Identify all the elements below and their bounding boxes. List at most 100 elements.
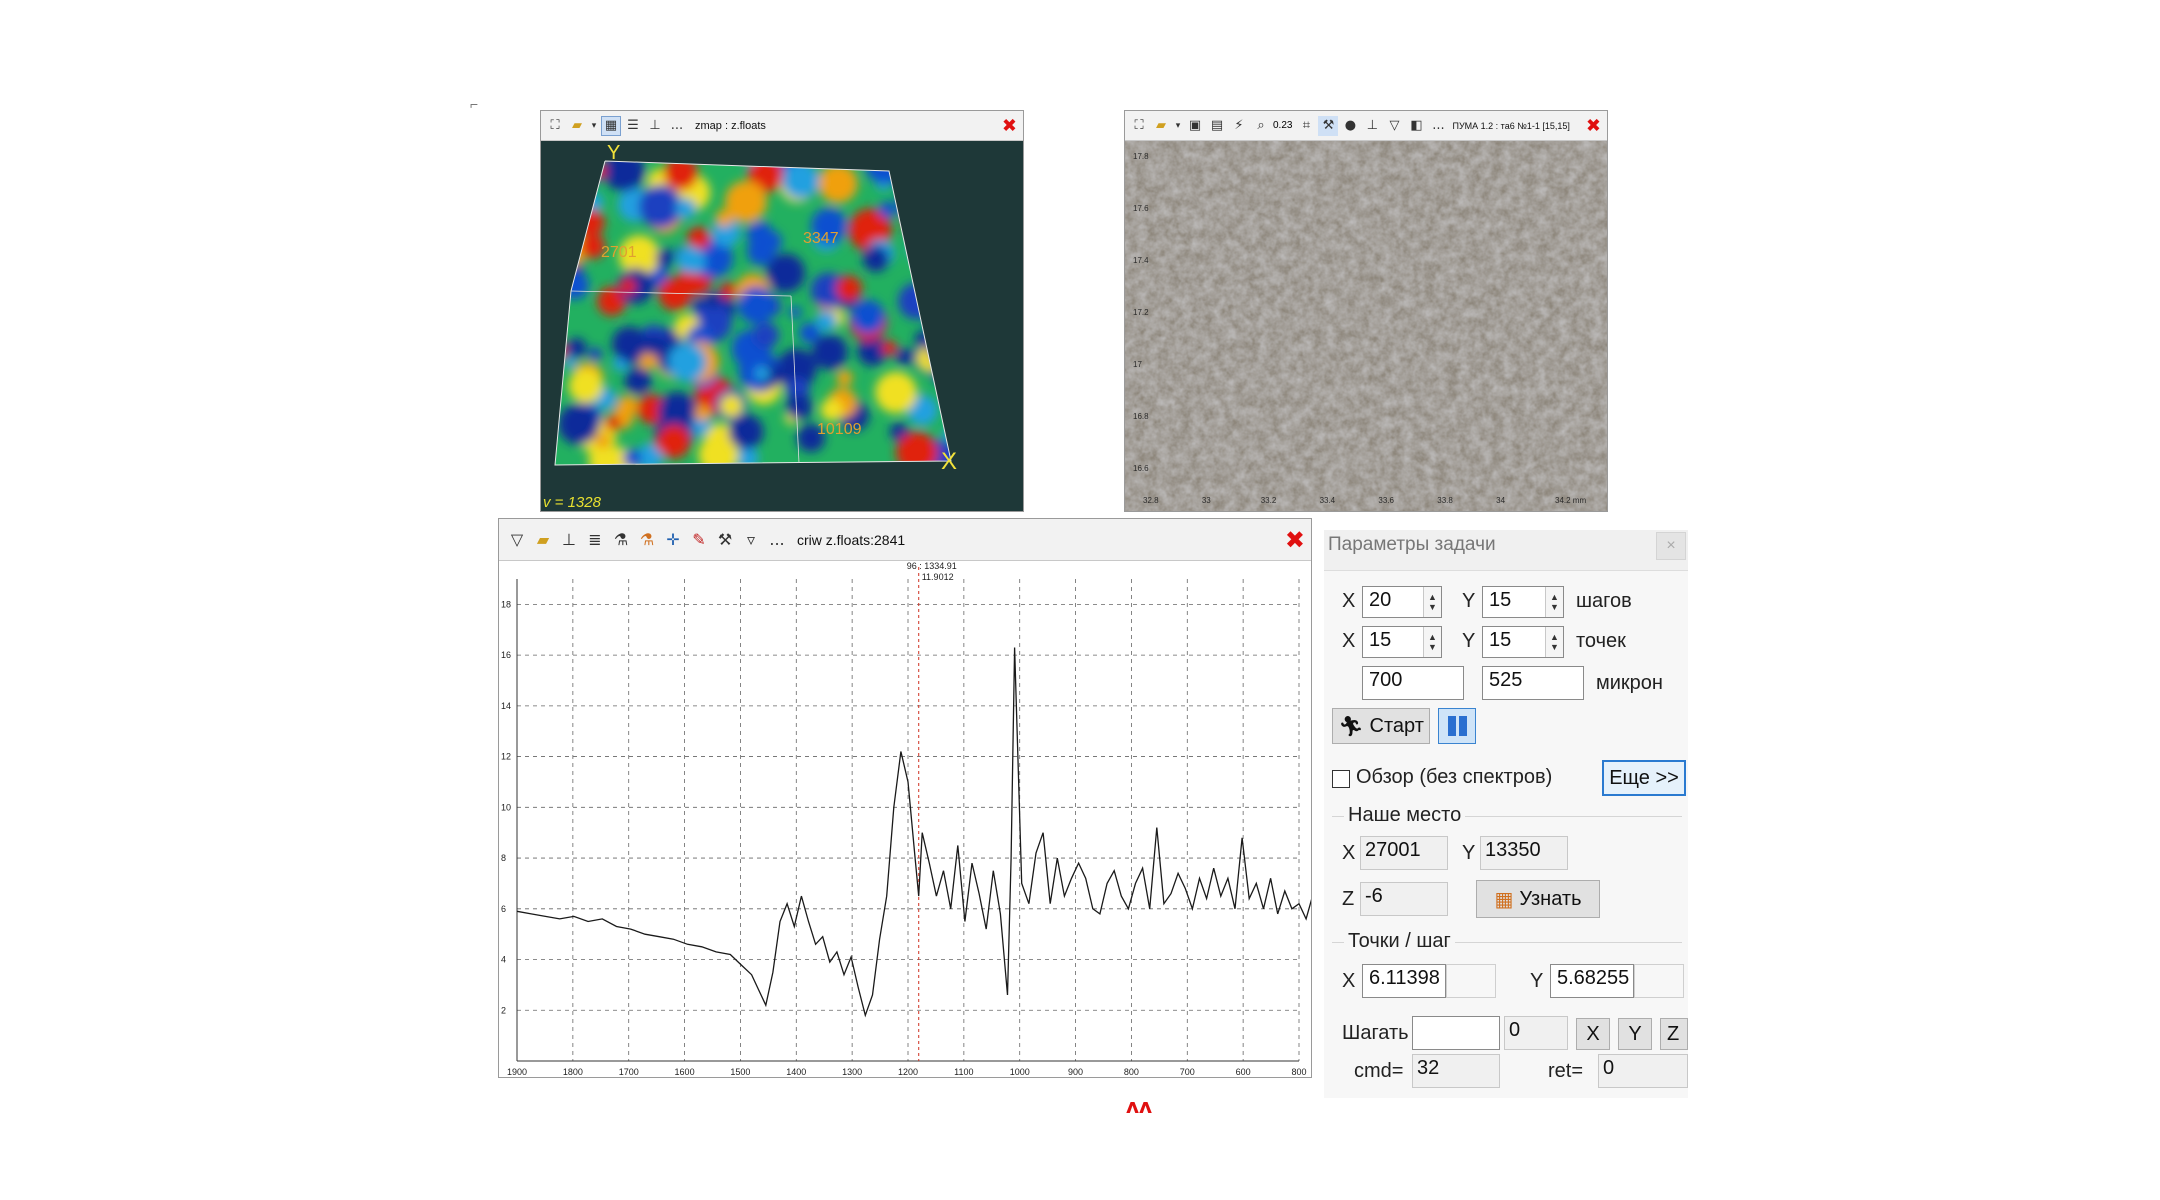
place-x-field[interactable]: 27001 (1360, 836, 1448, 870)
close-icon[interactable]: ✖ (1586, 115, 1601, 136)
filter-icon[interactable]: ▽ (505, 530, 529, 550)
ret-field: 0 (1598, 1054, 1688, 1088)
grid-icon[interactable]: ▦ (601, 115, 621, 136)
palette-icon[interactable]: ◧ (1406, 116, 1426, 136)
size-x-field[interactable]: 700 (1362, 666, 1464, 700)
marker-icon[interactable]: ✎ (687, 530, 711, 550)
axes-icon[interactable]: ⊥ (645, 116, 665, 136)
chart-icon[interactable]: ⛶ (1129, 116, 1149, 136)
wrench-icon[interactable]: ⚒ (1318, 115, 1339, 136)
filter-icon[interactable]: ▽ (1384, 116, 1404, 136)
params-panel: Параметры задачи × X 20 ▲ ▼ Y 15 ▲ ▼ шагов… (1324, 530, 1688, 1098)
more-icon[interactable]: ... (1428, 116, 1448, 136)
points-y-spin-icon[interactable]: ▲ ▼ (1545, 627, 1563, 657)
spectrum-window[interactable]: ▽ ▰ ⊥ ≣ ⚗ ⚗ ✛ ✎ ⚒ ▿ ... criw z.floats:28… (498, 518, 1312, 1078)
learn-button[interactable]: ▦ Узнать (1476, 880, 1600, 918)
list-icon[interactable]: ☰ (623, 116, 643, 136)
step-y-button[interactable]: Y (1618, 1018, 1652, 1050)
puma-window[interactable]: ⛶ ▰ ▾ ▣ ▤ ⚡ ⌕ 0.23 ⌗ ⚒ ● ⊥ ▽ ◧ ... ПУМА … (1124, 110, 1608, 512)
open-icon[interactable]: ▰ (1151, 116, 1171, 136)
pointstep-y-label: Y (1530, 970, 1544, 992)
zmap-status-text: v = 1328 (543, 494, 602, 511)
open-icon[interactable]: ▰ (531, 530, 555, 550)
puma-toolbar: ⛶ ▰ ▾ ▣ ▤ ⚡ ⌕ 0.23 ⌗ ⚒ ● ⊥ ▽ ◧ ... ПУМА … (1125, 111, 1607, 141)
step-z-button[interactable]: Z (1660, 1018, 1688, 1050)
axes-icon[interactable]: ⊥ (557, 530, 581, 550)
pause-button[interactable] (1438, 708, 1476, 744)
close-icon[interactable]: ✖ (1002, 115, 1017, 136)
x-tick-label: 34 (1496, 496, 1505, 505)
overview-checkbox[interactable] (1332, 770, 1350, 788)
x-tick-label: 33.2 (1261, 496, 1277, 505)
points-group-label: Точки / шаг (1344, 930, 1455, 953)
x-tick-label: 33 (1202, 496, 1211, 505)
y-tick-label: 6 (501, 904, 506, 914)
pointstep-x-field[interactable]: 6.11398 (1362, 964, 1446, 998)
flask-alt-icon[interactable]: ⚗ (635, 530, 659, 550)
layers-icon[interactable]: ≣ (583, 530, 607, 550)
y-tick-label: 4 (501, 955, 506, 965)
close-icon[interactable]: ✖ (1285, 526, 1305, 554)
zmap-x-axis-label: X (941, 448, 957, 475)
zmap-surface[interactable]: Y X 2701 3347 10109 v = 1328 (541, 141, 1024, 512)
save-icon[interactable]: ▣ (1185, 116, 1205, 136)
more-button[interactable]: Еще >> (1602, 760, 1686, 796)
open-icon[interactable]: ▰ (567, 116, 587, 136)
start-button[interactable]: 🏃︎ Старт (1332, 708, 1430, 744)
circle-icon[interactable]: ● (1340, 116, 1360, 136)
axes-icon[interactable]: ⊥ (1362, 116, 1382, 136)
place-x-label: X (1342, 842, 1356, 864)
place-y-label: Y (1462, 842, 1476, 864)
y-tick-label: 17.6 (1133, 204, 1149, 213)
x-tick-label: 600 (1236, 1067, 1251, 1077)
spectrum-chart[interactable]: 18 16 14 12 10 8 6 4 2 1900 1800 1700 1600 1500 1400 1… (499, 561, 1312, 1078)
zmap-window[interactable]: ⛶ ▰ ▾ ▦ ☰ ⊥ ... zmap : z.floats ✖ Y X 27… (540, 110, 1024, 512)
x-tick-label: 1600 (675, 1067, 695, 1077)
crosshair-icon[interactable]: ✛ (661, 530, 685, 550)
x-tick-label: 1700 (619, 1067, 639, 1077)
pause-icon (1447, 716, 1467, 736)
filter-alt-icon[interactable]: ▿ (739, 530, 763, 550)
step-x-button[interactable]: X (1576, 1018, 1610, 1050)
y-tick-label: 8 (501, 853, 506, 863)
flask-icon[interactable]: ⚗ (609, 530, 633, 550)
y-tick-label: 17.4 (1133, 256, 1149, 265)
step-input[interactable] (1412, 1016, 1500, 1050)
pointstep-y-field[interactable]: 5.68255 (1550, 964, 1634, 998)
steps-y-spin-icon[interactable]: ▲ ▼ (1545, 587, 1563, 617)
cursor-readout: 11.9012 (922, 572, 954, 582)
x-tick-label: 1400 (786, 1067, 806, 1077)
dropdown-icon[interactable]: ▾ (589, 116, 599, 136)
ret-label: ret= (1548, 1060, 1584, 1082)
dropdown-icon[interactable]: ▾ (1173, 116, 1183, 136)
export-icon[interactable]: ▤ (1207, 116, 1227, 136)
chart-icon[interactable]: ⛶ (545, 116, 565, 136)
panel-close-button[interactable]: × (1656, 532, 1686, 560)
step-value-field[interactable]: 0 (1504, 1016, 1568, 1050)
steps-x-spin-icon[interactable]: ▲ ▼ (1423, 587, 1441, 617)
y-tick-label: 16.8 (1133, 412, 1149, 421)
size-unit-label: микрон (1596, 672, 1663, 694)
x-tick-label: 1000 (1010, 1067, 1030, 1077)
zmap-y-axis-label: Y (607, 142, 620, 164)
place-z-field[interactable]: -6 (1360, 882, 1448, 916)
micro-image[interactable]: 17.8 17.6 17.4 17.2 17 16.8 16.6 32.8 33 33.2 33.… (1125, 141, 1608, 512)
cursor-readout: 96 : 1334.91 (907, 561, 957, 571)
points-y-label: Y (1462, 630, 1476, 652)
learn-label: Узнать (1519, 887, 1582, 910)
y-tick-label: 17 (1133, 360, 1142, 369)
place-y-field[interactable]: 13350 (1480, 836, 1568, 870)
wrench-icon[interactable]: ⚒ (713, 530, 737, 550)
x-tick-label: 1800 (563, 1067, 583, 1077)
more-icon[interactable]: ... (765, 530, 789, 550)
x-tick-label: 800 (1291, 1067, 1306, 1077)
zmap-corner-label: 10109 (817, 421, 862, 438)
more-icon[interactable]: ... (667, 116, 687, 136)
pointstep-x-label: X (1342, 970, 1356, 992)
size-y-field[interactable]: 525 (1482, 666, 1584, 700)
crop-icon[interactable]: ⌗ (1296, 116, 1316, 136)
points-x-spin-icon[interactable]: ▲ ▼ (1423, 627, 1441, 657)
x-tick-label: 32.8 (1143, 496, 1159, 505)
zoom-icon[interactable]: ⌕ (1251, 116, 1271, 136)
run-icon[interactable]: ⚡ (1229, 116, 1249, 136)
